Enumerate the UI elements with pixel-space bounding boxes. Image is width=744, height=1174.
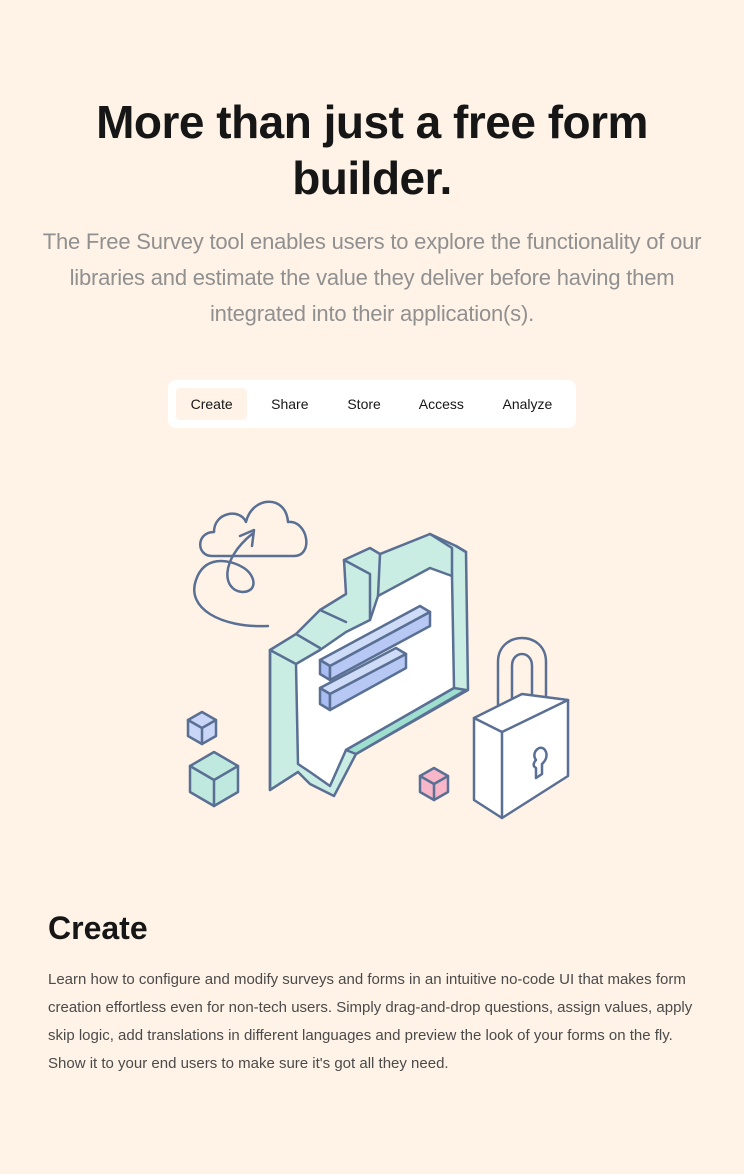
tab-create[interactable]: Create	[176, 388, 248, 420]
tab-share[interactable]: Share	[249, 388, 330, 420]
cloud-icon	[199, 500, 308, 558]
hero-section: More than just a free form builder. The …	[0, 94, 744, 332]
feature-tabs: Create Share Store Access Analyze	[168, 380, 576, 428]
tab-analyze[interactable]: Analyze	[487, 388, 568, 420]
section-title: Create	[48, 910, 148, 946]
cube-icon-small-blue	[186, 710, 218, 746]
tab-store[interactable]: Store	[332, 388, 395, 420]
feature-illustration	[180, 490, 580, 830]
create-section: Create Learn how to configure and modify…	[48, 906, 698, 1078]
section-description: Learn how to configure and modify survey…	[48, 971, 693, 1072]
tab-access[interactable]: Access	[398, 388, 485, 420]
create-illustration	[186, 500, 570, 820]
page-title: More than just a free form builder.	[96, 96, 648, 204]
page-subtitle: The Free Survey tool enables users to ex…	[42, 229, 702, 326]
cube-icon-large-teal	[188, 750, 240, 808]
padlock-icon	[472, 636, 570, 820]
cube-icon-pink	[418, 766, 450, 802]
